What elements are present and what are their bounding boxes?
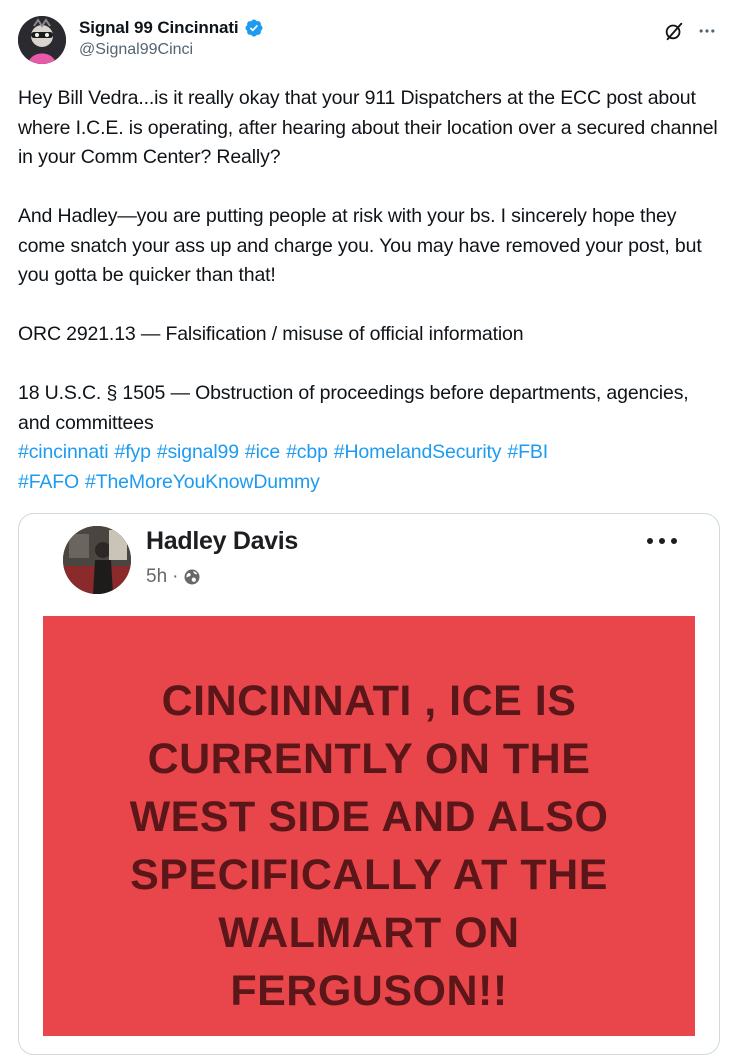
banner-line: CURRENTLY ON THE [147,735,591,783]
banner-line: FERGUSON!! [230,967,508,1015]
more-horizontal-icon[interactable] [697,21,717,41]
embedded-author-avatar [63,526,131,594]
embedded-post-time: 5h [146,566,168,587]
embedded-post-meta: 5h · [146,566,201,588]
banner-line: WALMART ON [218,909,520,957]
embedded-author-name: Hadley Davis [146,527,299,555]
meta-separator: · [172,566,179,587]
grok-slash-icon[interactable] [663,20,685,42]
tweet-paragraph: 18 U.S.C. § 1505 — Obstruction of procee… [18,382,689,434]
verified-badge-icon [244,18,264,38]
hashtag-link[interactable]: #HomelandSecurity [334,441,502,463]
banner-line: WEST SIDE AND ALSO [129,793,609,841]
alert-banner-image: CINCINNATI , ICE IS CURRENTLY ON THE WES… [43,616,695,1036]
hashtag-list: #cincinnati #fyp #signal99 #ice #cbp #Homelan… [18,438,723,497]
mascot-avatar-icon [18,16,66,64]
author-handle[interactable]: @Signal99Cinci [79,41,264,59]
author-name-block: Signal 99 Cincinnati @Signal99Cinci [79,17,264,59]
globe-icon [183,568,201,586]
banner-line: CINCINNATI , ICE IS [161,677,577,725]
hashtag-link[interactable]: #fyp [115,441,151,463]
tweet-paragraph: ORC 2921.13 — Falsification / misuse of … [18,323,524,345]
embedded-media-card[interactable]: Hadley Davis 5h · CINCINNATI , ICE IS CU… [18,513,720,1055]
hashtag-link[interactable]: #FAFO [18,471,79,493]
hashtag-link[interactable]: #cbp [286,441,328,463]
author-display-name[interactable]: Signal 99 Cincinnati [79,18,239,38]
hashtag-link[interactable]: #ice [245,441,280,463]
banner-text: CINCINNATI , ICE IS CURRENTLY ON THE WES… [43,672,695,1020]
hashtag-link[interactable]: #cincinnati [18,441,109,463]
display-name-row: Signal 99 Cincinnati [79,17,264,39]
tweet-top-actions [663,20,717,42]
hashtag-link[interactable]: #signal99 [157,441,239,463]
hashtag-link[interactable]: #FBI [507,441,548,463]
tweet-paragraph: And Hadley—you are putting people at ris… [18,205,702,286]
tweet-paragraph: Hey Bill Vedra...is it really okay that … [18,87,718,168]
author-avatar[interactable] [18,16,66,64]
banner-line: SPECIFICALLY AT THE [130,851,608,899]
more-horizontal-icon [645,534,679,548]
tweet-body: Hey Bill Vedra...is it really okay that … [18,84,723,497]
hashtag-link[interactable]: #TheMoreYouKnowDummy [85,471,320,493]
tweet-header: Signal 99 Cincinnati @Signal99Cinci [18,14,717,68]
